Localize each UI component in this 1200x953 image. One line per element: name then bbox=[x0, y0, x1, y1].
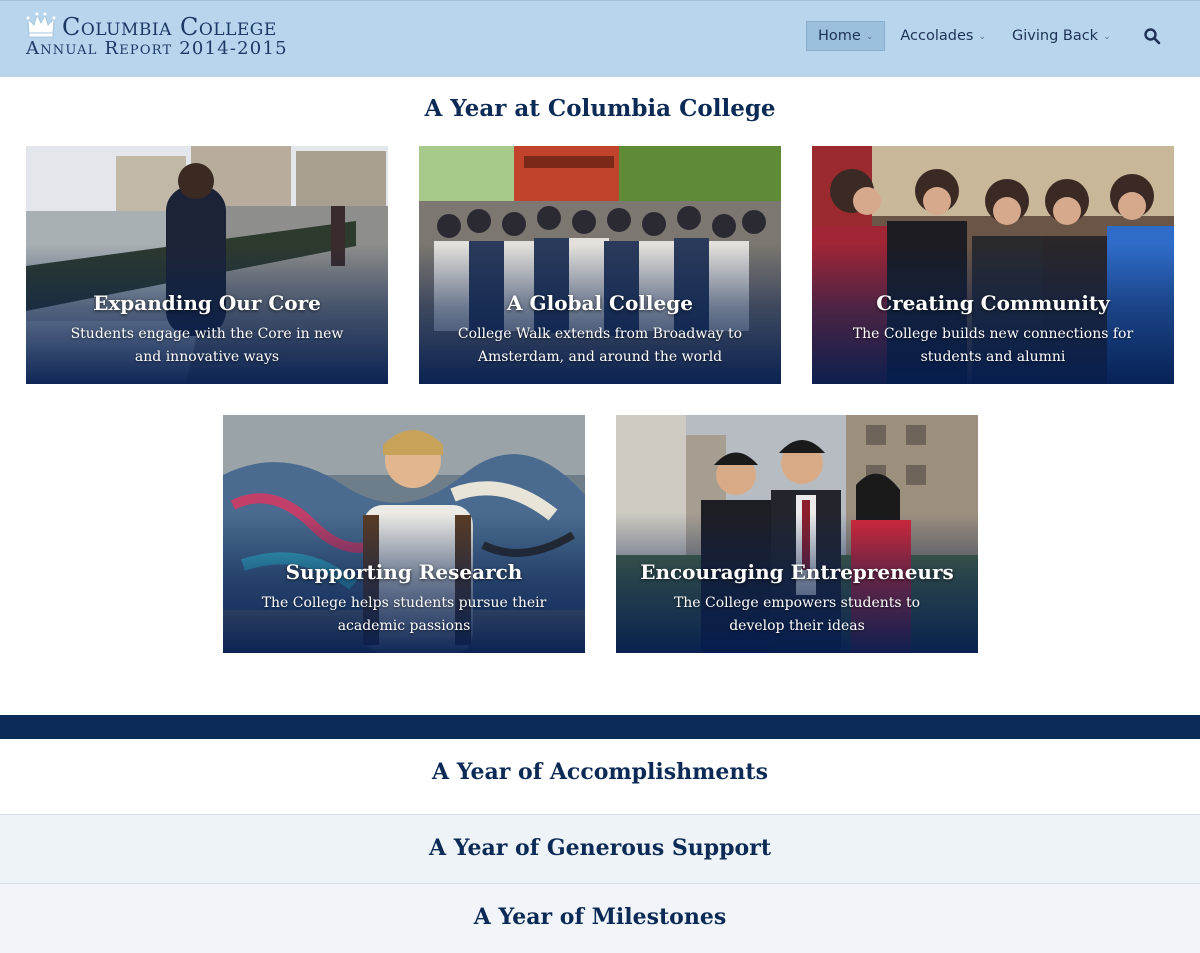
card-encouraging-entrepreneurs[interactable]: Encouraging Entrepreneurs The College em… bbox=[616, 415, 978, 653]
chevron-down-icon: ⌄ bbox=[978, 32, 986, 42]
logo-title: Columbia College bbox=[62, 13, 277, 41]
card-description: The College helps students pursue their … bbox=[261, 595, 547, 634]
nav-item-label: Giving Back bbox=[1012, 28, 1099, 44]
card-expanding-core[interactable]: Expanding Our Core Students engage with … bbox=[26, 146, 388, 384]
site-header: Columbia College Annual Report 2014-2015… bbox=[0, 0, 1200, 77]
band-milestones[interactable]: A Year of Milestones bbox=[0, 883, 1200, 953]
main-nav: Home ⌄ Accolades ⌄ Giving Back ⌄ bbox=[806, 21, 1126, 51]
card-title: Supporting Research bbox=[285, 560, 523, 584]
band-title: A Year of Accomplishments bbox=[432, 759, 768, 785]
card-description: The College empowers students to develop… bbox=[673, 595, 921, 634]
band-title: A Year of Milestones bbox=[473, 904, 727, 930]
section-divider bbox=[0, 715, 1200, 739]
card-title: A Global College bbox=[507, 291, 693, 315]
card-title: Creating Community bbox=[876, 291, 1110, 315]
band-generous-support[interactable]: A Year of Generous Support bbox=[0, 814, 1200, 883]
nav-item-giving-back[interactable]: Giving Back ⌄ bbox=[1001, 21, 1122, 51]
nav-item-label: Home bbox=[818, 28, 861, 44]
nav-item-accolades[interactable]: Accolades ⌄ bbox=[889, 21, 997, 51]
logo-subtitle: Annual Report 2014-2015 bbox=[26, 38, 288, 59]
band-title: A Year of Generous Support bbox=[429, 835, 771, 861]
chevron-down-icon: ⌄ bbox=[1103, 32, 1111, 42]
chevron-down-icon: ⌄ bbox=[865, 32, 874, 42]
section-title-year: A Year at Columbia College bbox=[424, 95, 776, 122]
nav-item-label: Accolades bbox=[900, 28, 974, 44]
card-title: Expanding Our Core bbox=[93, 291, 321, 315]
search-icon[interactable] bbox=[1143, 27, 1161, 45]
card-description: The College builds new connections for s… bbox=[852, 326, 1134, 365]
card-description: Students engage with the Core in new and… bbox=[70, 326, 344, 365]
card-description: College Walk extends from Broadway to Am… bbox=[457, 326, 743, 365]
card-title: Encouraging Entrepreneurs bbox=[640, 560, 954, 584]
band-accomplishments[interactable]: A Year of Accomplishments bbox=[0, 739, 1200, 814]
card-creating-community[interactable]: Creating Community The College builds ne… bbox=[812, 146, 1174, 384]
card-global-college[interactable]: A Global College College Walk extends fr… bbox=[419, 146, 781, 384]
nav-item-home[interactable]: Home ⌄ bbox=[806, 21, 886, 51]
card-supporting-research[interactable]: Supporting Research The College helps st… bbox=[223, 415, 585, 653]
site-logo[interactable]: Columbia College Annual Report 2014-2015 bbox=[26, 11, 288, 63]
crown-icon bbox=[26, 12, 56, 38]
